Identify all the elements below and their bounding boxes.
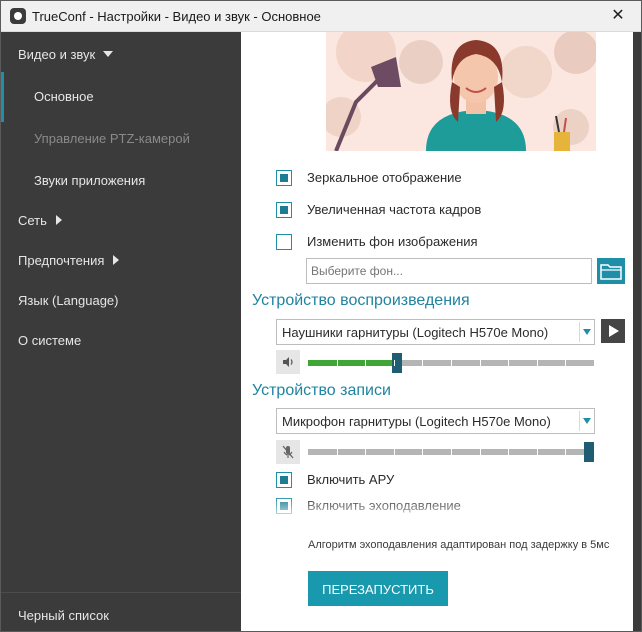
title-bar: TrueConf - Настройки - Видео и звук - Ос… xyxy=(1,1,641,32)
slider-segment-divider xyxy=(537,360,538,366)
slider-segment-divider xyxy=(337,360,338,366)
change-background-checkbox[interactable] xyxy=(276,234,292,250)
chevron-right-icon xyxy=(55,215,62,225)
window-title: TrueConf - Настройки - Видео и звук - Ос… xyxy=(32,9,321,24)
high-framerate-checkbox[interactable] xyxy=(276,202,292,218)
slider-segment-divider xyxy=(451,449,452,455)
sidebar-item-blacklist[interactable]: Черный список xyxy=(1,601,241,631)
agc-label: Включить АРУ xyxy=(307,472,395,487)
sidebar-item-label: Сеть xyxy=(18,213,47,228)
slider-segment-divider xyxy=(565,360,566,366)
playback-device-select[interactable]: Наушники гарнитуры (Logitech H570e Mono) xyxy=(276,319,595,345)
microphone-mute-button[interactable] xyxy=(276,440,300,464)
recording-volume-slider[interactable] xyxy=(308,442,594,462)
sidebar-item-network[interactable]: Сеть xyxy=(1,206,241,236)
sidebar-item-general[interactable]: Основное xyxy=(1,72,241,122)
speaker-button[interactable] xyxy=(276,350,300,374)
speaker-icon xyxy=(283,357,293,367)
slider-segment-divider xyxy=(480,449,481,455)
echo-cancel-checkbox[interactable] xyxy=(276,498,292,514)
settings-content: Зеркальное отображение Увеличенная часто… xyxy=(242,32,633,631)
chevron-down-icon xyxy=(583,418,591,424)
playback-device-value: Наушники гарнитуры (Logitech H570e Mono) xyxy=(282,325,549,340)
sidebar: Видео и звук Основное Управление PTZ-кам… xyxy=(1,32,241,631)
change-background-label: Изменить фон изображения xyxy=(307,234,478,249)
echo-cancel-label: Включить эхоподавление xyxy=(307,498,461,513)
slider-segment-divider xyxy=(422,449,423,455)
sidebar-item-preferences[interactable]: Предпочтения xyxy=(1,246,241,276)
playback-device-heading: Устройство воспроизведения xyxy=(252,292,470,309)
select-divider xyxy=(579,411,580,431)
recording-device-heading: Устройство записи xyxy=(252,382,391,399)
sidebar-item-label: Основное xyxy=(34,89,94,104)
slider-segment-divider xyxy=(337,449,338,455)
slider-segment-divider xyxy=(508,360,509,366)
close-button[interactable]: ✕ xyxy=(595,1,641,31)
slider-segment-divider xyxy=(365,449,366,455)
sidebar-item-language[interactable]: Язык (Language) xyxy=(1,286,241,316)
slider-segment-divider xyxy=(365,360,366,366)
folder-icon xyxy=(600,264,622,280)
high-framerate-label: Увеличенная частота кадров xyxy=(307,202,482,217)
echo-cancel-note: Алгоритм эхоподавления адаптирован под з… xyxy=(308,539,610,551)
slider-segment-divider xyxy=(508,449,509,455)
slider-segment-divider xyxy=(451,360,452,366)
microphone-muted-icon xyxy=(282,445,294,459)
agc-checkbox[interactable] xyxy=(276,472,292,488)
chevron-down-icon xyxy=(103,51,114,57)
sidebar-divider xyxy=(1,592,241,593)
mirror-label: Зеркальное отображение xyxy=(307,170,462,185)
sidebar-item-label: О системе xyxy=(18,333,82,348)
recording-volume-thumb[interactable] xyxy=(584,442,594,462)
background-file-input[interactable] xyxy=(306,258,592,284)
browse-background-button[interactable] xyxy=(597,258,625,284)
sidebar-item-label: Черный список xyxy=(18,608,109,623)
sidebar-item-video-sound[interactable]: Видео и звук xyxy=(1,40,241,70)
sidebar-item-app-sounds[interactable]: Звуки приложения xyxy=(1,166,241,196)
recording-device-value: Микрофон гарнитуры (Logitech H570e Mono) xyxy=(282,414,551,429)
slider-segment-divider xyxy=(394,449,395,455)
chevron-down-icon xyxy=(583,329,591,335)
slider-segment-divider xyxy=(422,360,423,366)
sidebar-item-ptz-camera: Управление PTZ-камерой xyxy=(1,124,241,154)
sidebar-item-label: Управление PTZ-камерой xyxy=(34,131,190,146)
slider-segment-divider xyxy=(537,449,538,455)
slider-segment-divider xyxy=(394,360,395,366)
sidebar-item-label: Видео и звук xyxy=(18,47,96,62)
slider-segment-divider xyxy=(480,360,481,366)
recording-device-select[interactable]: Микрофон гарнитуры (Logitech H570e Mono) xyxy=(276,408,595,434)
slider-segment-divider xyxy=(565,449,566,455)
sidebar-item-label: Предпочтения xyxy=(18,253,105,268)
scrollbar[interactable] xyxy=(633,32,641,631)
playback-volume-slider[interactable] xyxy=(308,353,594,373)
select-divider xyxy=(579,322,580,342)
chevron-right-icon xyxy=(113,255,120,265)
mirror-checkbox[interactable] xyxy=(276,170,292,186)
sidebar-item-label: Звуки приложения xyxy=(34,173,146,188)
sidebar-item-about[interactable]: О системе xyxy=(1,326,241,356)
woman-at-desk-illustration xyxy=(326,32,596,151)
restart-button[interactable]: ПЕРЕЗАПУСТИТЬ xyxy=(308,571,448,606)
camera-preview-illustration xyxy=(326,32,596,151)
settings-window: TrueConf - Настройки - Видео и звук - Ос… xyxy=(0,0,642,632)
playback-level-fill xyxy=(308,360,397,366)
sidebar-item-label: Язык (Language) xyxy=(18,293,119,308)
trueconf-logo-icon xyxy=(10,8,26,24)
play-test-sound-button[interactable] xyxy=(601,319,625,343)
